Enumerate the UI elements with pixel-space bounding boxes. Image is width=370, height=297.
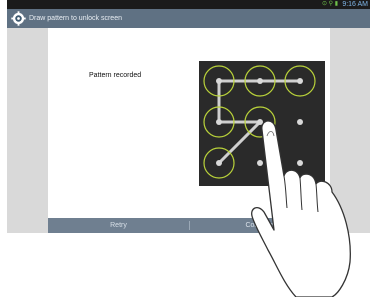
status-bar: ⊙ ⚲ ▮ 9:16 AM — [7, 0, 370, 9]
hand-pointer-icon — [251, 120, 351, 297]
pattern-dot-3[interactable] — [297, 78, 303, 84]
title-text: Draw pattern to unlock screen — [29, 15, 122, 22]
left-gutter — [7, 28, 48, 233]
status-icons: ⊙ ⚲ ▮ — [321, 1, 338, 7]
status-time: 9:16 AM — [342, 1, 368, 8]
pattern-dot-2[interactable] — [257, 78, 263, 84]
gear-icon — [11, 11, 26, 26]
pattern-dot-7[interactable] — [216, 160, 222, 166]
pattern-dot-4[interactable] — [216, 119, 222, 125]
pattern-status-message: Pattern recorded — [89, 72, 142, 79]
pattern-dot-1[interactable] — [216, 78, 222, 84]
title-bar: Draw pattern to unlock screen — [7, 9, 370, 28]
retry-button[interactable]: Retry — [48, 218, 189, 233]
